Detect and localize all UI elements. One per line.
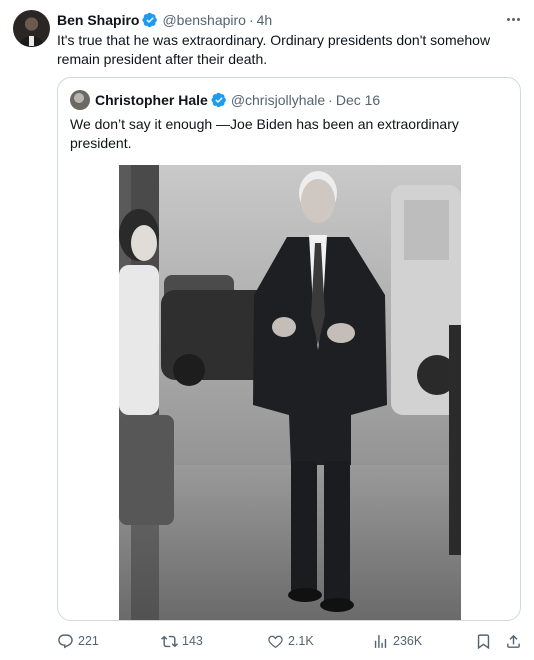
more-options-icon[interactable] [502,9,524,29]
quoted-author-avatar[interactable] [70,90,90,110]
reply-count: 221 [78,634,99,648]
share-button[interactable] [505,630,522,652]
quoted-tweet-photo[interactable] [119,165,461,620]
quoted-tweet-date[interactable]: Dec 16 [336,92,380,108]
bookmark-icon [477,633,490,649]
repost-count: 143 [182,634,203,648]
tweet-actions: 221 143 2.1K 236K [57,630,523,652]
quoted-tweet[interactable]: Christopher Hale @chrisjollyhale · Dec 1… [57,77,521,621]
views-count: 236K [393,634,423,648]
quoted-tweet-text: We don’t say it enough —Joe Biden has be… [70,116,459,151]
quoted-tweet-header: Christopher Hale @chrisjollyhale · Dec 1… [70,89,380,111]
bookmark-button[interactable] [475,630,492,652]
tweet-text: It's true that he was extraordinary. Ord… [57,32,491,67]
author-name[interactable]: Ben Shapiro [57,12,139,28]
quoted-author-name[interactable]: Christopher Hale [95,92,208,108]
analytics-icon [374,634,387,648]
reply-icon [58,633,73,648]
quoted-author-handle[interactable]: @chrisjollyhale [231,92,325,108]
verified-badge-icon [142,12,158,28]
repost-button[interactable]: 143 [161,630,203,652]
views-button[interactable]: 236K [372,630,422,652]
author-avatar[interactable] [13,10,50,47]
avatar-collar [29,36,34,46]
header-separator: · [248,12,254,28]
repost-icon [161,635,178,647]
like-button[interactable]: 2.1K [267,630,314,652]
verified-badge-icon [211,92,226,108]
like-count: 2.1K [288,634,314,648]
tweet-header: Ben Shapiro @benshapiro · 4h [57,10,272,30]
tweet[interactable]: Ben Shapiro @benshapiro · 4h It's true t… [0,0,534,660]
photo-illustration [119,165,461,620]
reply-button[interactable]: 221 [57,630,99,652]
share-icon [507,634,520,648]
quoted-header-separator: · [328,92,333,108]
tweet-timestamp[interactable]: 4h [257,12,273,28]
heart-icon [268,635,283,648]
author-handle[interactable]: @benshapiro [162,12,246,28]
